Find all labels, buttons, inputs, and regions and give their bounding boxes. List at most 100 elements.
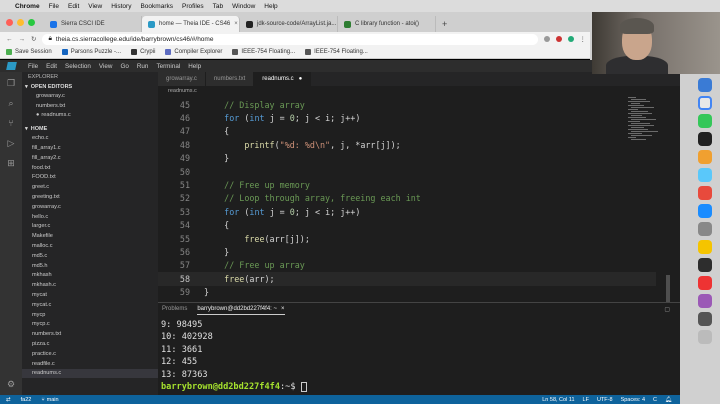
ide-menu-run[interactable]: Run: [137, 63, 149, 70]
browser-tab-active[interactable]: home — Theia IDE - CS46 ×: [142, 16, 240, 32]
editor-tab[interactable]: growarray.c: [158, 72, 206, 86]
app-store-icon[interactable]: [698, 204, 712, 218]
ide-menu-edit[interactable]: Edit: [46, 63, 57, 70]
minimap[interactable]: [628, 96, 658, 166]
dock-app-icon[interactable]: [698, 78, 712, 92]
bookmark-item[interactable]: Save Session: [6, 49, 52, 55]
code-line[interactable]: 58 free(arr);: [158, 272, 656, 286]
breadcrumb[interactable]: readnums.c: [158, 86, 680, 96]
terminal[interactable]: 9: 98495 10: 402928 11: 3661 12: 455 13: 873…: [158, 315, 680, 393]
file-item[interactable]: mkhash: [22, 271, 158, 281]
url-field[interactable]: 🔒︎ theia.cs.sierracollege.edu/ide/barryb…: [42, 33, 538, 45]
chrome-icon[interactable]: [698, 96, 712, 110]
mac-menu-help[interactable]: Help: [264, 3, 277, 10]
files-icon[interactable]: ❐: [6, 78, 16, 88]
code-line[interactable]: 56 }: [158, 245, 229, 258]
file-item[interactable]: practice.c: [22, 349, 158, 359]
extension-icon[interactable]: [555, 36, 562, 42]
code-line[interactable]: 45 // Display array: [158, 98, 305, 111]
status-workspace[interactable]: fa22: [21, 397, 32, 403]
code-line[interactable]: 52 // Loop through array, freeing each i…: [158, 192, 421, 205]
maximize-window-icon[interactable]: [28, 19, 35, 26]
file-item[interactable]: FOOD.txt: [22, 173, 158, 183]
file-item[interactable]: md5.h: [22, 261, 158, 271]
open-editors-section[interactable]: ▾ OPEN EDITORS: [22, 82, 158, 91]
file-item[interactable]: readfile.c: [22, 359, 158, 369]
status-indentation[interactable]: Spaces: 4: [621, 397, 645, 403]
file-item[interactable]: mycp.c: [22, 320, 158, 330]
ide-menu-view[interactable]: View: [99, 63, 113, 70]
trash-icon[interactable]: [698, 330, 712, 344]
browser-tab[interactable]: jdk-source-code/ArrayList.ja...: [240, 16, 338, 32]
code-line[interactable]: 46 for (int j = 0; j < i; j++): [158, 111, 360, 124]
open-editor-item-active[interactable]: ● readnums.c: [22, 111, 158, 121]
close-window-icon[interactable]: [6, 19, 13, 26]
mac-menu-file[interactable]: File: [49, 3, 59, 10]
app-icon[interactable]: [698, 294, 712, 308]
reload-icon[interactable]: ↻: [31, 35, 36, 43]
mac-menu-edit[interactable]: Edit: [68, 3, 79, 10]
file-item[interactable]: pizza.c: [22, 339, 158, 349]
status-encoding[interactable]: UTF-8: [597, 397, 613, 403]
close-tab-icon[interactable]: ×: [234, 21, 238, 27]
status-branch[interactable]: main: [47, 397, 59, 403]
file-item[interactable]: Makefile: [22, 231, 158, 241]
bookmark-item[interactable]: Parsons Puzzle -...: [61, 49, 121, 55]
code-line[interactable]: 59}: [158, 286, 209, 299]
file-item[interactable]: growarray.c: [22, 202, 158, 212]
editor-tab[interactable]: numbers.txt: [205, 72, 255, 86]
extension-icon[interactable]: [567, 36, 574, 42]
mac-menu-view[interactable]: View: [88, 3, 102, 10]
gear-icon[interactable]: ⚙: [6, 379, 16, 389]
file-item[interactable]: hello.c: [22, 212, 158, 222]
file-item[interactable]: echo.c: [22, 133, 158, 143]
code-line[interactable]: 57 // Free up array: [158, 259, 305, 272]
status-language[interactable]: C: [653, 397, 657, 403]
file-item[interactable]: greet.c: [22, 182, 158, 192]
file-item[interactable]: mycp: [22, 310, 158, 320]
file-item[interactable]: greeting.txt: [22, 192, 158, 202]
ide-menu-terminal[interactable]: Terminal: [156, 63, 180, 70]
mac-menu-history[interactable]: History: [111, 3, 131, 10]
browser-tab[interactable]: C library function - atoi(): [338, 16, 436, 32]
remote-icon[interactable]: ⇄: [6, 397, 11, 403]
status-cursor-position[interactable]: Ln 58, Col 11: [542, 397, 574, 403]
browser-tab[interactable]: Sierra CSCI IDE: [44, 16, 142, 32]
file-item[interactable]: readnums.c: [22, 368, 158, 379]
ide-menu-file[interactable]: File: [28, 63, 38, 70]
terminal-prompt-line[interactable]: barrybrown@dd2bd227f4f4:~$: [161, 381, 680, 393]
file-item[interactable]: md5.c: [22, 251, 158, 261]
ide-menu-go[interactable]: Go: [120, 63, 128, 70]
maximize-panel-icon[interactable]: ▢: [664, 306, 670, 313]
file-item[interactable]: larger.c: [22, 222, 158, 232]
open-editor-item[interactable]: growarray.c: [22, 91, 158, 101]
minimize-window-icon[interactable]: [17, 19, 24, 26]
code-line[interactable]: 49 }: [158, 152, 229, 165]
new-tab-button[interactable]: +: [436, 16, 453, 32]
code-editor[interactable]: 45 // Display array 46 for (int j = 0; j …: [158, 98, 656, 302]
file-item[interactable]: fill_array2.c: [22, 153, 158, 163]
forward-icon[interactable]: →: [19, 36, 26, 43]
app-icon[interactable]: [698, 222, 712, 236]
app-icon[interactable]: [698, 168, 712, 182]
code-line[interactable]: 51 // Free up memory: [158, 178, 310, 191]
ide-menu-selection[interactable]: Selection: [65, 63, 91, 70]
mac-menu-tab[interactable]: Tab: [213, 3, 223, 10]
debug-icon[interactable]: ▷: [6, 138, 16, 148]
photos-icon[interactable]: [698, 150, 712, 164]
app-icon[interactable]: [698, 276, 712, 290]
file-item[interactable]: mycat: [22, 290, 158, 300]
file-item[interactable]: malloc.c: [22, 241, 158, 251]
mac-menu-window[interactable]: Window: [232, 3, 255, 10]
bookmark-item[interactable]: IEEE-754 Floating...: [232, 49, 295, 55]
search-icon[interactable]: ⌕: [6, 98, 16, 108]
source-control-icon[interactable]: ⑂: [6, 118, 16, 128]
panel-tab-terminal[interactable]: barrybrown@dd2bd227f4f4: ~ ×: [197, 303, 285, 315]
editor-tab-active[interactable]: readnums.c ●: [254, 72, 312, 86]
browser-menu-icon[interactable]: ⋮: [580, 35, 587, 43]
messages-icon[interactable]: [698, 114, 712, 128]
mac-menu-bookmarks[interactable]: Bookmarks: [140, 3, 173, 10]
bookmark-item[interactable]: IEEE-754 Floating...: [305, 49, 368, 55]
file-item[interactable]: mycat.c: [22, 300, 158, 310]
extension-icon[interactable]: [543, 36, 550, 42]
